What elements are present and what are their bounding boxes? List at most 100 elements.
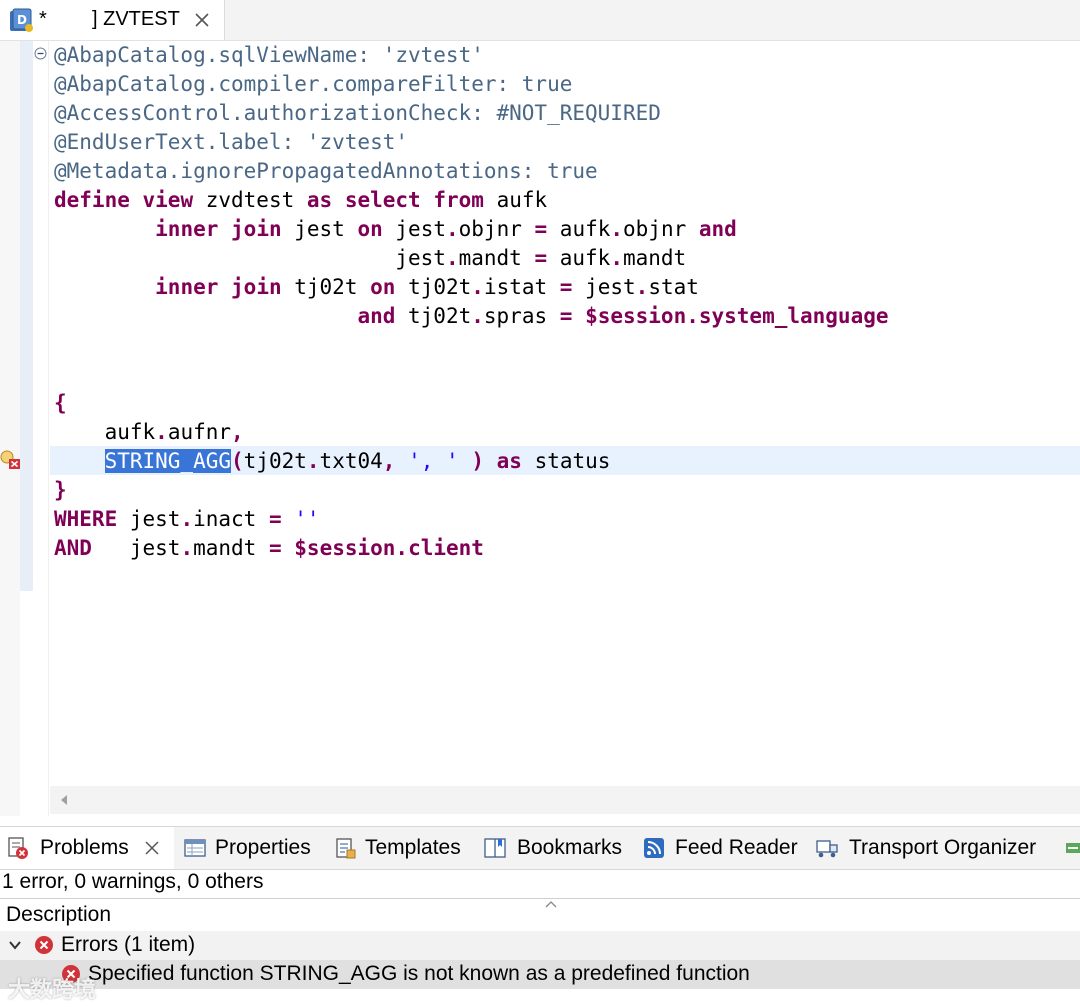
code-line[interactable]: @AccessControl.authorizationCheck: #NOT_…	[54, 99, 889, 128]
code-line[interactable]: inner join tj02t on tj02t.istat = jest.s…	[54, 273, 889, 302]
code-token: view	[142, 188, 194, 212]
code-line[interactable]: {	[54, 389, 889, 418]
problems-summary: 1 error, 0 warnings, 0 others	[2, 870, 264, 893]
code-token: =	[559, 275, 573, 299]
sort-ascending-icon[interactable]	[544, 899, 558, 909]
tab-feed-reader-label: Feed Reader	[675, 836, 798, 859]
tab-title: ] ZVTEST	[92, 8, 180, 30]
code-line[interactable]	[54, 360, 889, 389]
description-column-header[interactable]: Description	[0, 898, 1080, 933]
code-token: jest	[91, 536, 181, 560]
code-token: .	[445, 217, 459, 241]
feed-reader-icon	[644, 838, 664, 858]
tab-transport-organizer[interactable]: Transport Organizer	[815, 827, 1055, 869]
code-token: as	[496, 449, 522, 473]
abap-ddl-source-icon: D	[10, 8, 33, 32]
bookmarks-icon	[484, 838, 506, 858]
code-line[interactable]: define view zvdtest as select from aufk	[54, 186, 889, 215]
tab-templates[interactable]: Templates	[333, 827, 473, 869]
code-token: ,	[382, 449, 396, 473]
tab-problems-label: Problems	[40, 836, 129, 859]
close-icon[interactable]	[192, 10, 212, 30]
code-token: tj02t	[395, 304, 472, 328]
code-token: jest	[117, 507, 181, 531]
code-token: aufk	[54, 420, 156, 444]
code-token: spras	[483, 304, 560, 328]
code-token: txt04	[319, 449, 383, 473]
code-editor[interactable]: @AbapCatalog.sqlViewName: 'zvtest' @AbapC…	[0, 41, 1080, 816]
code-token: AND	[54, 536, 92, 560]
code-token: inner	[155, 217, 219, 241]
code-token: mandt	[458, 246, 535, 270]
code-token: @AbapCatalog.sqlViewName: 'zvtest'	[54, 43, 484, 67]
editor-tab-zvtest[interactable]: D * ] ZVTEST	[0, 0, 225, 40]
code-token: $session.client	[294, 536, 484, 560]
code-line[interactable]: aufk.aufnr,	[54, 418, 889, 447]
code-token: select	[344, 188, 421, 212]
code-token: WHERE	[54, 507, 118, 531]
code-token: }	[54, 478, 67, 502]
errors-group-row[interactable]: Errors (1 item)	[0, 931, 1080, 960]
vertical-ruler	[0, 41, 20, 816]
code-token: @AccessControl.authorizationCheck: #NOT_…	[54, 101, 661, 125]
code-line[interactable]: jest.mandt = aufk.mandt	[54, 244, 889, 273]
code-token: ''	[294, 507, 320, 531]
transport-organizer-icon	[816, 840, 838, 858]
fold-collapse-icon[interactable]	[34, 47, 47, 60]
code-token: =	[268, 536, 282, 560]
code-token: .	[610, 217, 624, 241]
code-line[interactable]: @EndUserText.label: 'zvtest'	[54, 128, 889, 157]
code-token: join	[231, 217, 282, 241]
code-line[interactable]: STRING_AGG(tj02t.txt04, ', ' ) as status	[54, 447, 889, 476]
code-token: objnr	[458, 217, 535, 241]
code-token: =	[534, 217, 548, 241]
chevron-down-icon[interactable]	[8, 939, 22, 951]
code-line[interactable]: WHERE jest.inact = ''	[54, 505, 889, 534]
tab-problems[interactable]: Problems	[0, 827, 174, 869]
code-token: jest	[382, 217, 446, 241]
code-line[interactable]: @Metadata.ignorePropagatedAnnotations: t…	[54, 157, 889, 186]
scroll-left-arrow-icon[interactable]	[58, 793, 70, 807]
code-token: objnr	[623, 217, 699, 241]
code-line[interactable]	[54, 331, 889, 360]
code-token: mandt	[193, 536, 269, 560]
tab-feed-reader[interactable]: Feed Reader	[642, 827, 807, 869]
properties-icon	[184, 839, 206, 857]
problem-description: Specified function STRING_AGG is not kno…	[88, 962, 750, 985]
line-gutter	[20, 41, 33, 591]
horizontal-scrollbar[interactable]	[50, 786, 1080, 814]
watermark: 大数跨境	[8, 977, 97, 1002]
templates-icon	[336, 838, 356, 859]
code-token: mandt	[622, 246, 687, 270]
tab-properties[interactable]: Properties	[183, 827, 323, 869]
code-token: jest	[281, 217, 358, 241]
close-icon[interactable]	[143, 839, 161, 857]
more-views-icon[interactable]	[1064, 839, 1080, 857]
code-line[interactable]: and tj02t.spras = $session.system_langua…	[54, 302, 888, 331]
code-line[interactable]: AND jest.mandt = $session.client	[54, 534, 889, 563]
code-token: .	[180, 536, 194, 560]
code-line[interactable]: inner join jest on jest.objnr = aufk.obj…	[54, 215, 889, 244]
error-marker-icon[interactable]	[0, 450, 22, 470]
tab-bookmarks[interactable]: Bookmarks	[483, 827, 633, 869]
code-token: status	[521, 449, 611, 473]
code-token: define	[54, 188, 130, 212]
code-line[interactable]: @AbapCatalog.compiler.compareFilter: tru…	[54, 70, 889, 99]
code-token: stat	[648, 275, 699, 299]
code-token: =	[534, 246, 548, 270]
tab-dirty-marker: *	[39, 8, 47, 30]
code-line[interactable]: }	[54, 476, 889, 505]
problem-row[interactable]: Specified function STRING_AGG is not kno…	[0, 960, 1080, 989]
code-line[interactable]: @AbapCatalog.sqlViewName: 'zvtest'	[54, 41, 889, 70]
code-token: tj02t	[243, 449, 307, 473]
code-content[interactable]: @AbapCatalog.sqlViewName: 'zvtest' @AbapC…	[54, 41, 889, 563]
code-token: on	[357, 217, 383, 241]
